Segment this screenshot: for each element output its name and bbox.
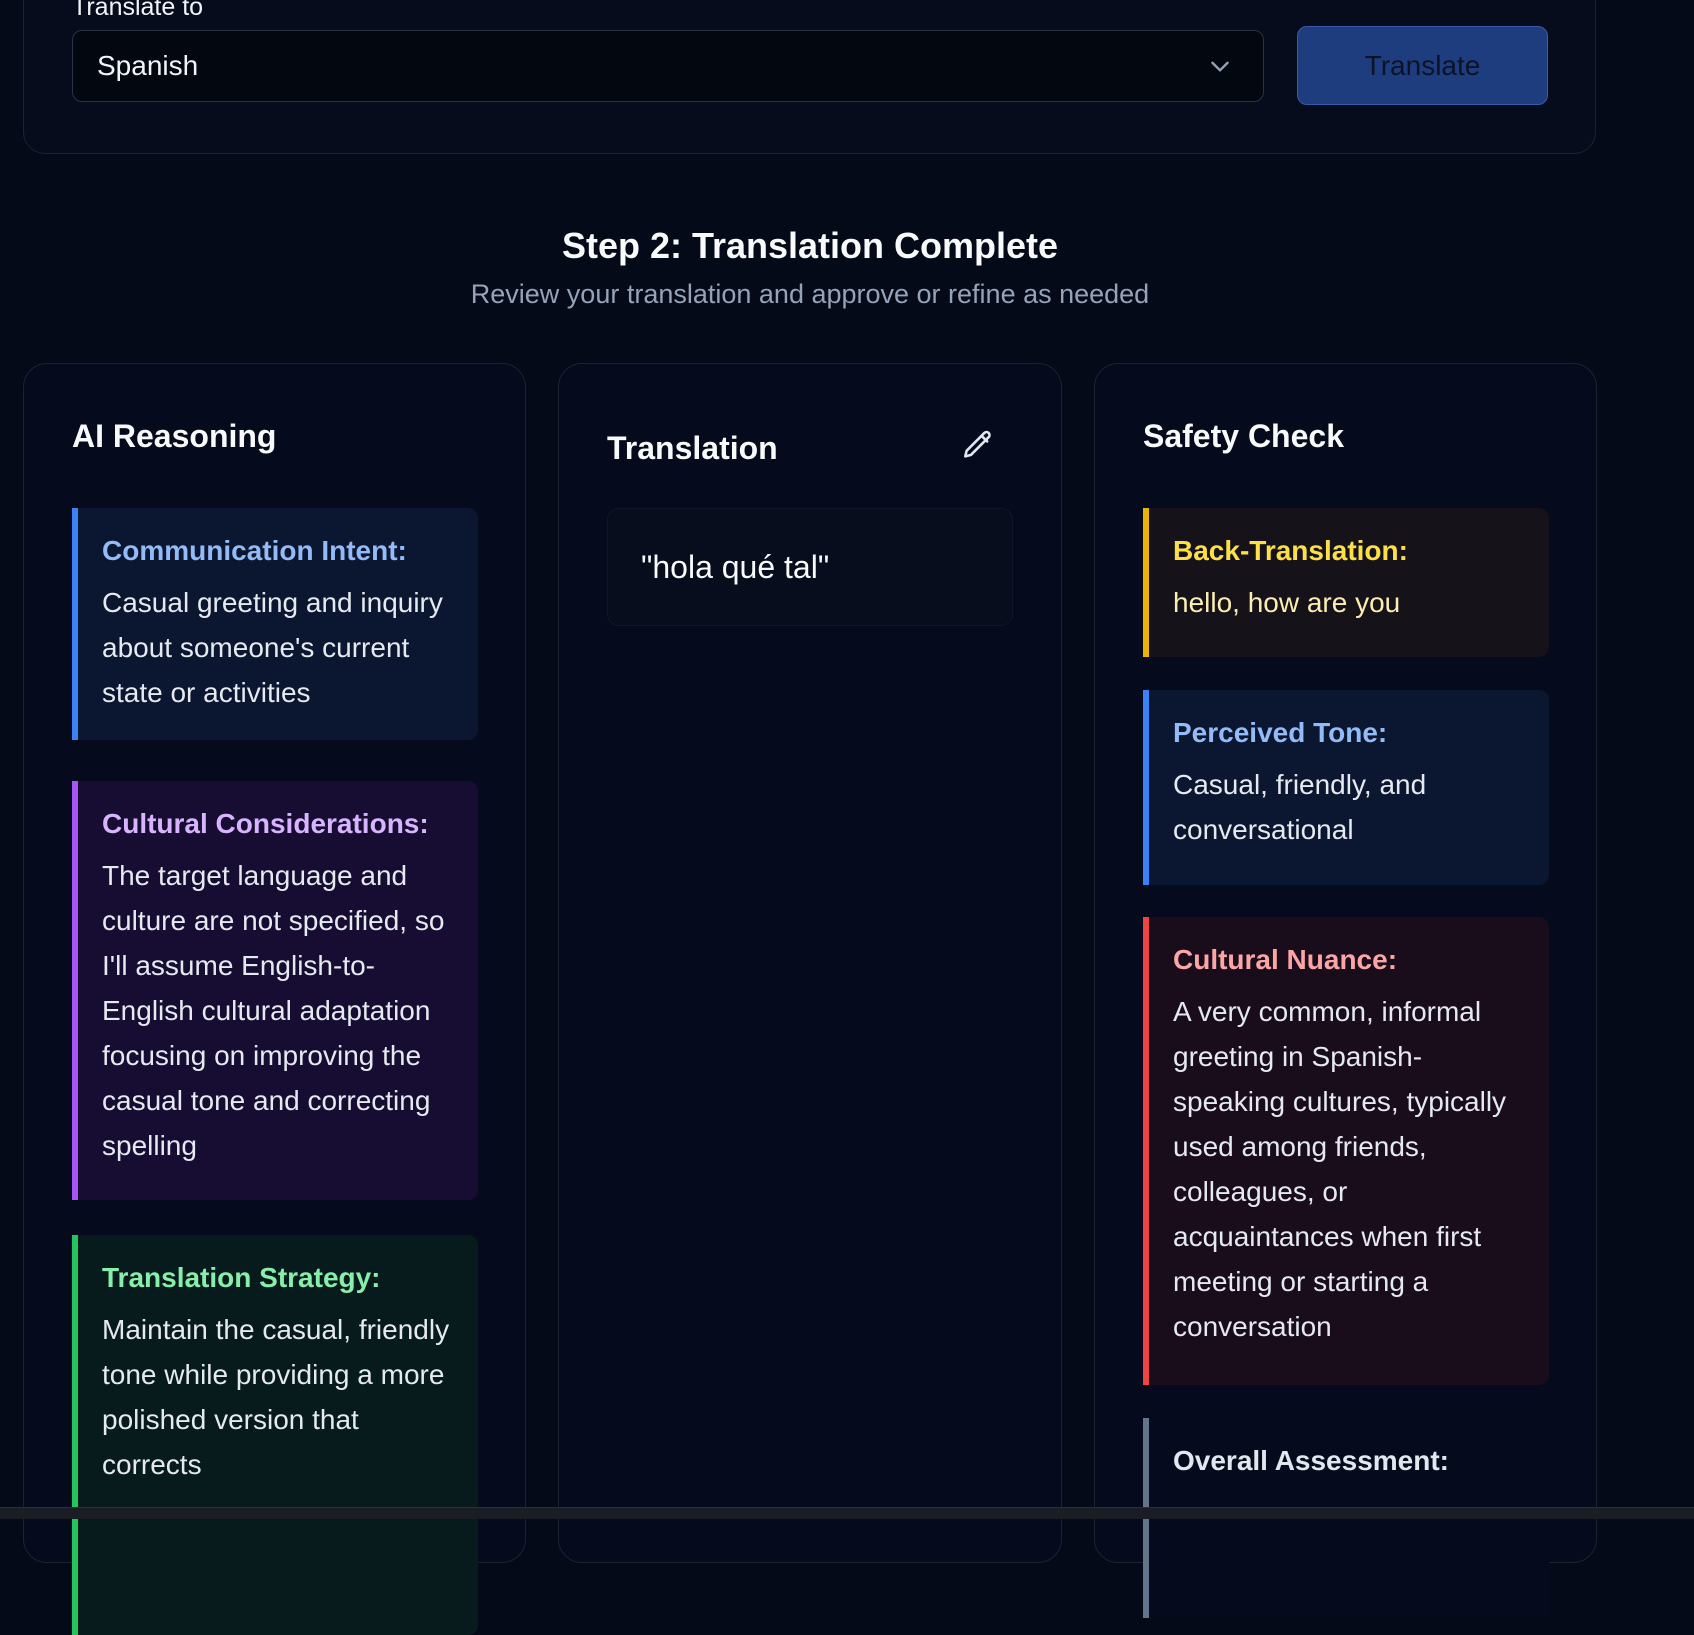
communication-intent-label: Communication Intent:	[102, 535, 407, 566]
communication-intent-text: Casual greeting and inquiry about someon…	[102, 587, 443, 708]
safety-check-panel: Safety Check Back-Translation: hello, ho…	[1094, 363, 1597, 1618]
ai-reasoning-title: AI Reasoning	[72, 418, 277, 454]
translate-button[interactable]: Translate	[1297, 26, 1548, 105]
pencil-icon[interactable]	[961, 428, 995, 462]
back-translation-label: Back-Translation:	[1173, 535, 1408, 566]
cultural-nuance-text: A very common, informal greeting in Span…	[1173, 996, 1507, 1342]
cultural-nuance-label: Cultural Nuance:	[1173, 944, 1398, 975]
target-language-value: Spanish	[97, 50, 199, 81]
translate-to-label: Translate to	[72, 0, 204, 21]
step-subtitle: Review your translation and approve or r…	[470, 279, 1150, 309]
perceived-tone-card: Perceived Tone: Casual, friendly, and co…	[1143, 690, 1549, 885]
translation-output-text: "hola qué tal"	[641, 549, 830, 585]
translation-strategy-label: Translation Strategy:	[102, 1262, 381, 1293]
chevron-down-icon	[1211, 61, 1229, 72]
translation-strategy-card: Translation Strategy: Maintain the casua…	[72, 1235, 478, 1635]
translation-title: Translation	[607, 430, 778, 466]
communication-intent-card: Communication Intent: Casual greeting an…	[72, 508, 478, 740]
cultural-considerations-text: The target language and culture are not …	[102, 860, 445, 1161]
perceived-tone-label: Perceived Tone:	[1173, 717, 1388, 748]
cultural-nuance-card: Cultural Nuance: A very common, informal…	[1143, 917, 1549, 1385]
ai-reasoning-panel: AI Reasoning Communication Intent: Casua…	[23, 363, 526, 1635]
translation-panel: Translation "hola qué tal"	[558, 363, 1062, 1563]
cultural-considerations-card: Cultural Considerations: The target lang…	[72, 781, 478, 1200]
cultural-considerations-label: Cultural Considerations:	[102, 808, 429, 839]
target-language-select[interactable]: Spanish	[72, 30, 1264, 102]
step-title: Step 2: Translation Complete	[561, 225, 1059, 266]
perceived-tone-text: Casual, friendly, and conversational	[1173, 769, 1427, 845]
translation-strategy-text: Maintain the casual, friendly tone while…	[102, 1314, 450, 1480]
safety-check-title: Safety Check	[1143, 418, 1344, 454]
translation-output-box[interactable]: "hola qué tal"	[607, 508, 1013, 626]
back-translation-text: hello, how are you	[1173, 587, 1401, 618]
back-translation-card: Back-Translation: hello, how are you	[1143, 508, 1549, 657]
window-bottom-edge	[0, 1507, 1694, 1519]
overall-assessment-label: Overall Assessment:	[1173, 1445, 1449, 1476]
